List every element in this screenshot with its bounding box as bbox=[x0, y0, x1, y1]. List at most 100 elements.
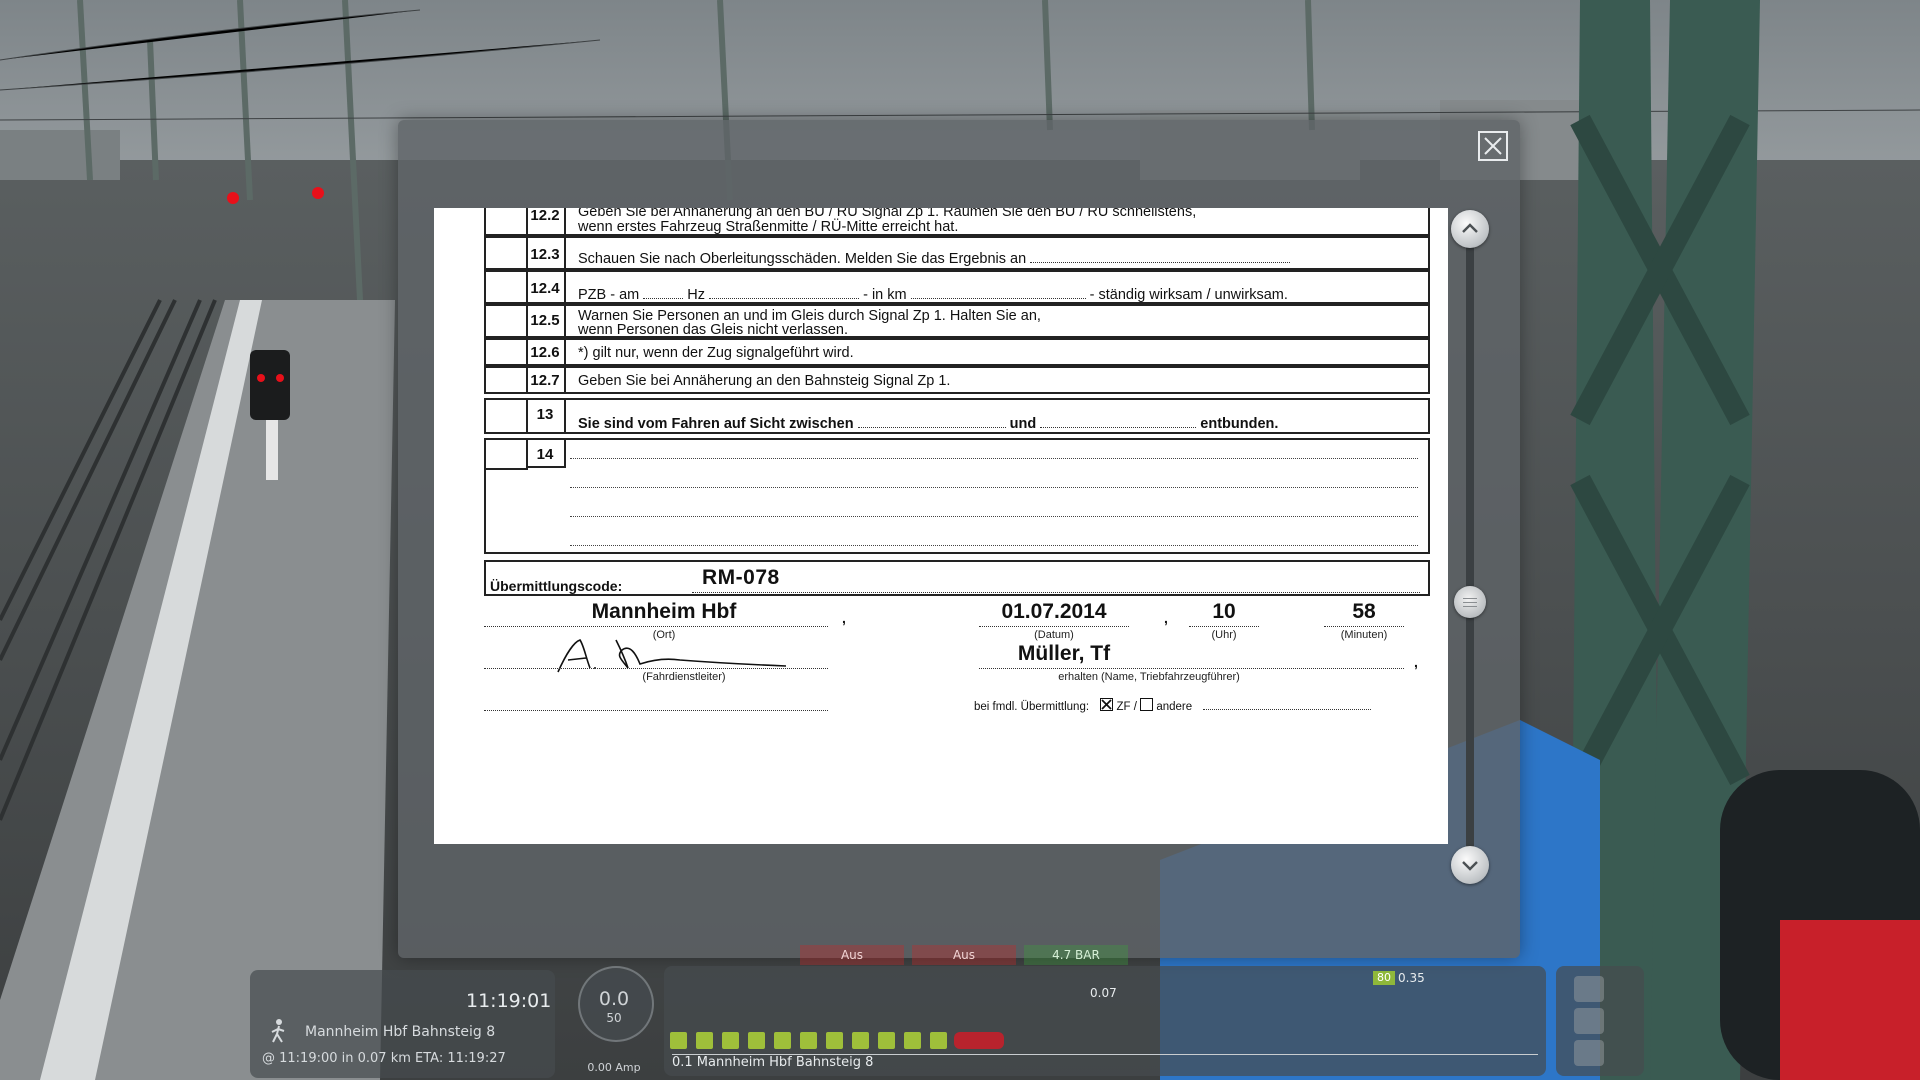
receiver-caption: erhalten (Name, Triebfahrzeugführer) bbox=[1058, 671, 1240, 683]
transmission-code-line bbox=[692, 592, 1420, 593]
map-button[interactable] bbox=[1574, 976, 1604, 1002]
row-number: 14 bbox=[526, 440, 566, 468]
date-caption: (Datum) bbox=[1034, 629, 1074, 641]
hour-line bbox=[1189, 626, 1259, 627]
receiver-line bbox=[979, 668, 1404, 669]
separator-comma: , bbox=[842, 610, 846, 626]
hud-speed-limit: 50 bbox=[606, 1011, 622, 1025]
receiver-name: Müller, Tf bbox=[1017, 642, 1111, 665]
order-row-12-6: 12.6 *) gilt nur, wenn der Zug signalgef… bbox=[484, 338, 1430, 366]
pzb-km-field bbox=[910, 298, 1086, 299]
hud-marker-distance: 0.07 bbox=[1090, 986, 1117, 1000]
row-text-line: Sie sind vom Fahren auf Sicht zwischen u… bbox=[578, 416, 1418, 432]
sight-driving-label: Sie sind vom Fahren auf Sicht zwischen bbox=[578, 416, 854, 432]
location-line bbox=[484, 626, 828, 627]
checkbox-zf bbox=[1100, 698, 1114, 711]
row-text-line: Schauen Sie nach Oberleitungsschäden. Me… bbox=[578, 251, 1418, 267]
row-number: 12.6 bbox=[526, 340, 566, 364]
row-checkbox bbox=[486, 440, 528, 470]
row-checkbox bbox=[486, 306, 528, 336]
separator-comma: , bbox=[1164, 610, 1168, 626]
row-checkbox bbox=[486, 400, 528, 432]
order-row-13: 13 Sie sind vom Fahren auf Sicht zwische… bbox=[484, 398, 1430, 434]
pzb-label: PZB - am bbox=[578, 287, 640, 303]
option-zf-label: ZF / bbox=[1116, 701, 1137, 713]
transmission-code-label: Übermittlungscode: bbox=[490, 578, 623, 594]
dispatcher-caption: (Fahrdienstleiter) bbox=[642, 671, 726, 683]
track-segment bbox=[800, 1032, 817, 1049]
track-segment bbox=[722, 1032, 739, 1049]
hud-track-label: 0.1 Mannheim Hbf Bahnsteig 8 bbox=[672, 1055, 874, 1070]
separator-comma: , bbox=[1414, 654, 1418, 670]
indicator-mid: Aus bbox=[912, 945, 1016, 965]
scroll-down-button[interactable] bbox=[1451, 846, 1489, 884]
report-recipient-field bbox=[1030, 262, 1291, 263]
scroll-up-button[interactable] bbox=[1451, 210, 1489, 248]
indicator-pressure: 4.7 BAR bbox=[1024, 945, 1128, 965]
other-method-field bbox=[1203, 709, 1372, 710]
hud-arrival-info: @ 11:19:00 in 0.07 km ETA: 11:19:27 bbox=[262, 1051, 506, 1066]
close-icon bbox=[1484, 137, 1502, 155]
row-checkbox bbox=[486, 368, 528, 392]
row-text-line1: Geben Sie bei Annäherung an den Bahnstei… bbox=[578, 373, 951, 389]
track-segment bbox=[930, 1032, 947, 1049]
row-number: 12.5 bbox=[526, 306, 566, 336]
sight-driving-released-label: entbunden. bbox=[1200, 416, 1279, 432]
hour-value: 10 bbox=[1212, 600, 1236, 623]
remote-transmission-line: bei fmdl. Übermittlung: ZF / andere bbox=[974, 698, 1372, 713]
hud-limit-distance: 0.35 bbox=[1398, 971, 1425, 985]
pzb-hz-label: Hz bbox=[687, 287, 706, 303]
dispatcher-line bbox=[484, 668, 828, 669]
remote-transmission-label: bei fmdl. Übermittlung: bbox=[974, 701, 1090, 713]
date-value: 01.07.2014 bbox=[1001, 600, 1107, 623]
minutes-caption: (Minuten) bbox=[1340, 629, 1388, 641]
row-number: 13 bbox=[526, 400, 566, 432]
chevron-up-icon bbox=[1462, 223, 1478, 233]
free-text-lines bbox=[570, 458, 1418, 574]
pzb-extra-field bbox=[709, 298, 860, 299]
order-row-12-5: 12.5 Warnen Sie Personen an und im Gleis… bbox=[484, 304, 1430, 338]
checkmark-x-icon bbox=[1101, 699, 1112, 710]
train-position-marker bbox=[954, 1032, 1004, 1049]
row-number: 12.2 bbox=[526, 208, 566, 234]
transmission-code-box: Übermittlungscode: RM-078 bbox=[484, 560, 1430, 596]
pzb-km-label: - in km bbox=[863, 287, 907, 303]
minutes-value: 58 bbox=[1352, 600, 1376, 623]
row-number: 12.4 bbox=[526, 272, 566, 302]
row-text-line1: Schauen Sie nach Oberleitungsschäden. Me… bbox=[578, 251, 1027, 267]
track-segment bbox=[696, 1032, 713, 1049]
order-row-12-4: 12.4 PZB - am Hz - in km - ständig wirks… bbox=[484, 270, 1430, 304]
location-value: Mannheim Hbf bbox=[591, 600, 737, 623]
written-order-document: 12.2 Geben Sie bei Annäherung an den BÜ … bbox=[434, 208, 1448, 844]
row-text-line1: *) gilt nur, wenn der Zug signalgeführt … bbox=[578, 345, 854, 361]
order-row-14: 14 bbox=[484, 438, 1430, 554]
hud-limit-badge: 80 bbox=[1373, 971, 1395, 985]
track-segment bbox=[878, 1032, 895, 1049]
indicator-left: Aus bbox=[800, 945, 904, 965]
indicator-strip: Aus Aus 4.7 BAR bbox=[800, 945, 1170, 965]
row-text-line2: wenn Personen das Gleis nicht verlassen. bbox=[578, 322, 849, 338]
transmission-code-value: RM-078 bbox=[702, 566, 780, 589]
row-checkbox bbox=[486, 208, 528, 234]
close-button[interactable] bbox=[1478, 131, 1508, 161]
track-segment bbox=[852, 1032, 869, 1049]
date-line bbox=[979, 626, 1129, 627]
sight-driving-to-field bbox=[1040, 427, 1197, 428]
hud-speed: 0.0 bbox=[598, 988, 630, 1010]
task-list-button[interactable] bbox=[1574, 1008, 1604, 1034]
row-number: 12.3 bbox=[526, 238, 566, 268]
order-row-12-3: 12.3 Schauen Sie nach Oberleitungsschäde… bbox=[484, 236, 1430, 270]
track-segment bbox=[904, 1032, 921, 1049]
option-other-label: andere bbox=[1156, 701, 1193, 713]
document-scrollbar[interactable] bbox=[1466, 244, 1474, 852]
pzb-frequency-field bbox=[643, 298, 684, 299]
minutes-line bbox=[1324, 626, 1404, 627]
checkbox-other bbox=[1140, 698, 1154, 711]
track-segment bbox=[826, 1032, 843, 1049]
hud-next-station: Mannheim Hbf Bahnsteig 8 bbox=[305, 1024, 496, 1040]
track-segment bbox=[670, 1032, 687, 1049]
row-text-line2: wenn erstes Fahrzeug Straßenmitte / RÜ-M… bbox=[578, 219, 959, 235]
track-segment bbox=[774, 1032, 791, 1049]
row-checkbox bbox=[486, 238, 528, 268]
switch-button[interactable] bbox=[1574, 1040, 1604, 1066]
